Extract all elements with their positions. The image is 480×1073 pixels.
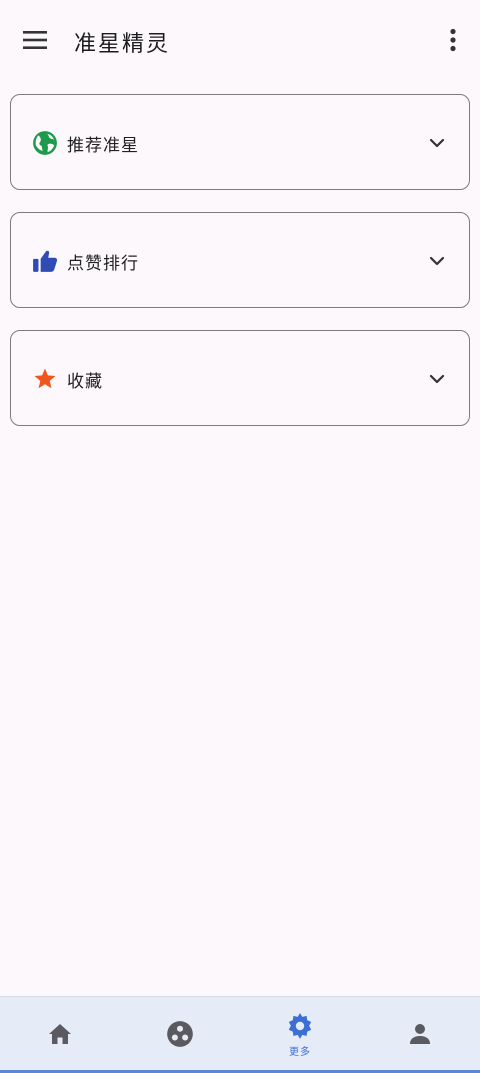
nav-more[interactable]: 更多 <box>240 997 360 1071</box>
nav-label: 更多 <box>289 1046 311 1058</box>
bottom-navigation: 更多 <box>0 996 480 1073</box>
more-vertical-icon[interactable] <box>438 24 468 56</box>
home-icon <box>45 1019 75 1049</box>
section-favorites[interactable]: 收藏 <box>10 330 470 426</box>
hamburger-menu-icon[interactable] <box>18 24 52 56</box>
settings-gear-icon <box>285 1011 315 1041</box>
page-title: 准星精灵 <box>74 32 171 57</box>
star-icon <box>32 366 58 392</box>
nav-profile[interactable] <box>360 997 480 1071</box>
app-screen: 准星精灵 推荐准星 点赞排行 收藏 更多 <box>0 0 480 1073</box>
section-label: 点赞排行 <box>67 254 139 274</box>
person-icon <box>405 1019 435 1049</box>
community-icon <box>165 1019 195 1049</box>
globe-icon <box>32 130 58 156</box>
nav-home[interactable] <box>0 997 120 1071</box>
section-label: 推荐准星 <box>67 136 139 156</box>
chevron-down-icon[interactable] <box>425 249 449 273</box>
top-app-bar: 准星精灵 <box>0 0 480 80</box>
chevron-down-icon[interactable] <box>425 367 449 391</box>
thumbs-up-icon <box>32 248 58 274</box>
nav-community[interactable] <box>120 997 240 1071</box>
section-like-ranking[interactable]: 点赞排行 <box>10 212 470 308</box>
section-label: 收藏 <box>67 372 103 392</box>
section-recommended[interactable]: 推荐准星 <box>10 94 470 190</box>
chevron-down-icon[interactable] <box>425 131 449 155</box>
